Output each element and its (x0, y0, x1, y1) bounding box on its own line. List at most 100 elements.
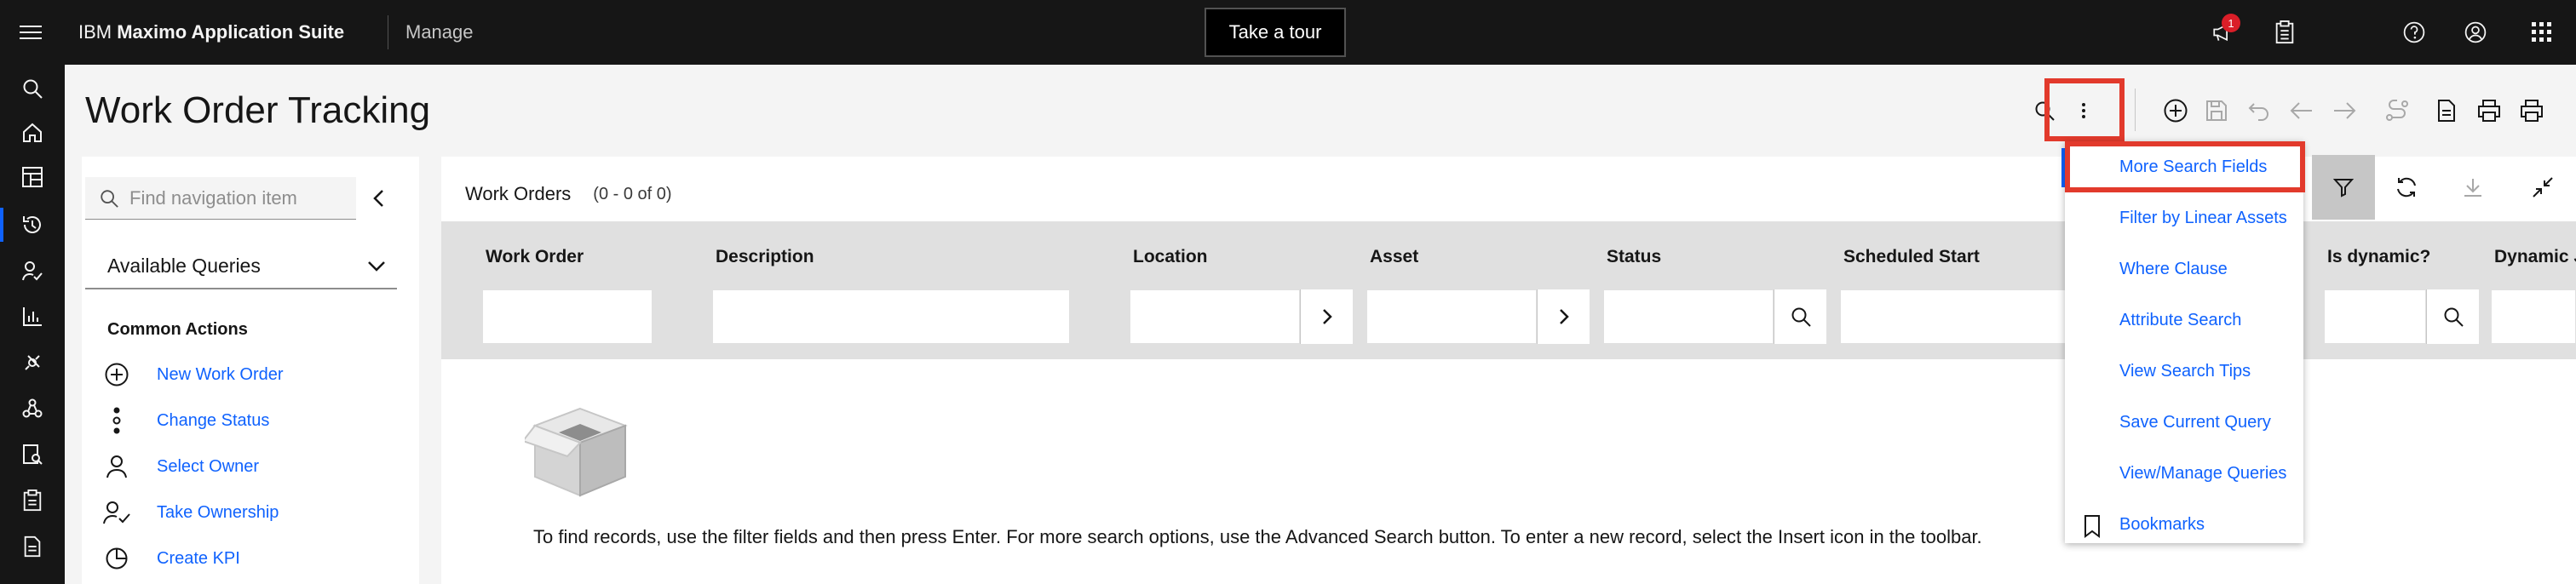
add-circle-icon (102, 360, 131, 389)
empty-state-message: To find records, use the filter fields a… (533, 526, 1982, 547)
action-change-status[interactable]: Change Status (102, 404, 269, 438)
filter-asset-input[interactable] (1366, 289, 1537, 344)
action-take-ownership[interactable]: Take Ownership (102, 495, 279, 530)
user-icon (102, 452, 131, 481)
action-create-kpi[interactable]: Create KPI (102, 541, 240, 575)
forward-icon[interactable] (2327, 94, 2361, 128)
pie-chart-icon (102, 544, 131, 573)
column-header-asset[interactable]: Asset (1370, 247, 1418, 267)
document-icon[interactable] (2429, 94, 2464, 128)
filter-work-order-input[interactable] (482, 289, 653, 344)
column-header-dynamic-j[interactable]: Dynamic J (2494, 247, 2576, 267)
empty-box-icon (521, 400, 635, 502)
action-new-work-order[interactable]: New Work Order (102, 358, 284, 392)
brand-title[interactable]: IBM Maximo Application Suite (78, 19, 344, 46)
filter-is-dynamic-input[interactable] (2324, 289, 2426, 344)
home-icon[interactable] (15, 116, 49, 150)
left-nav-rail (0, 65, 65, 584)
filter-toggle-button[interactable] (2312, 155, 2375, 220)
available-queries-label: Available Queries (107, 254, 261, 277)
work-orders-header: Work Orders (0 - 0 of 0) (465, 177, 672, 211)
refresh-button[interactable] (2375, 155, 2438, 220)
network-icon[interactable] (15, 392, 49, 426)
search-icon[interactable] (15, 72, 49, 106)
page-title: Work Order Tracking (85, 89, 431, 131)
user-icon[interactable] (2458, 15, 2493, 49)
location-lookup-button[interactable] (1300, 289, 1353, 344)
column-header-status[interactable]: Status (1607, 247, 1661, 267)
work-orders-title: Work Orders (465, 183, 572, 204)
help-icon[interactable] (2397, 15, 2431, 49)
column-header-location[interactable]: Location (1133, 247, 1208, 267)
filter-scheduled-start-input[interactable] (1840, 289, 2068, 344)
clipboard-icon[interactable] (2268, 15, 2302, 49)
menu-item-attribute-search[interactable]: Attribute Search (2065, 295, 2303, 346)
menu-item-filter-linear-assets[interactable]: Filter by Linear Assets (2065, 192, 2303, 243)
menu-item-highlight (2065, 141, 2305, 192)
filter-dynamic-j-input[interactable] (2491, 289, 2576, 344)
take-tour-button[interactable]: Take a tour (1205, 8, 1346, 57)
app-switcher-icon[interactable] (2525, 15, 2559, 49)
filter-description-input[interactable] (712, 289, 1070, 344)
add-icon[interactable] (2159, 94, 2193, 128)
menu-item-save-current-query[interactable]: Save Current Query (2065, 397, 2303, 448)
action-label[interactable]: Take Ownership (157, 503, 279, 523)
minimize-button[interactable] (2511, 155, 2574, 220)
column-header-description[interactable]: Description (716, 247, 814, 267)
filter-icon (2333, 179, 2354, 198)
filter-status-input[interactable] (1603, 289, 1774, 344)
chevron-right-icon (1322, 309, 1332, 324)
search-icon (1791, 307, 1811, 327)
navigation-panel: Available Queries Common Actions New Wor… (82, 157, 419, 584)
dashboard-icon[interactable] (15, 160, 49, 194)
save-icon[interactable] (2199, 94, 2234, 128)
route-icon[interactable] (2380, 94, 2414, 128)
undo-icon[interactable] (2242, 94, 2276, 128)
action-label[interactable]: Change Status (157, 411, 269, 431)
document-icon[interactable] (15, 530, 49, 564)
action-label[interactable]: Select Owner (157, 457, 259, 477)
back-icon[interactable] (2285, 94, 2319, 128)
toolbar-divider (2135, 89, 2136, 131)
history-icon[interactable] (0, 208, 49, 242)
search-options-menu: More Search Fields Filter by Linear Asse… (2065, 141, 2303, 543)
column-header-is-dynamic[interactable]: Is dynamic? (2327, 247, 2430, 267)
search-icon (99, 188, 119, 209)
chevron-right-icon (1559, 309, 1569, 324)
menu-icon[interactable] (17, 19, 44, 46)
action-label[interactable]: Create KPI (157, 549, 240, 569)
action-label[interactable]: New Work Order (157, 365, 284, 385)
column-header-work-order[interactable]: Work Order (486, 247, 584, 267)
action-select-owner[interactable]: Select Owner (102, 449, 259, 484)
inspection-icon[interactable] (15, 438, 49, 472)
asset-lookup-button[interactable] (1537, 289, 1590, 344)
record-count: (0 - 0 of 0) (593, 184, 672, 203)
megaphone-icon[interactable]: 1 (2205, 14, 2240, 49)
available-queries-dropdown[interactable]: Available Queries (85, 243, 397, 289)
top-header: IBM Maximo Application Suite Manage Take… (0, 0, 2576, 65)
menu-item-view-search-tips[interactable]: View Search Tips (2065, 346, 2303, 397)
satellite-icon[interactable] (15, 346, 49, 380)
download-button[interactable] (2441, 155, 2504, 220)
menu-item-view-manage-queries[interactable]: View/Manage Queries (2065, 448, 2303, 499)
menu-item-where-clause[interactable]: Where Clause (2065, 243, 2303, 295)
print-icon[interactable] (2515, 94, 2549, 128)
minimize-icon (2533, 177, 2553, 198)
collapse-panel-button[interactable] (365, 184, 394, 213)
user-check-icon[interactable] (15, 254, 49, 288)
filter-location-input[interactable] (1130, 289, 1300, 344)
notification-badge: 1 (2222, 14, 2240, 32)
chart-icon[interactable] (15, 300, 49, 334)
status-search-button[interactable] (1774, 289, 1826, 344)
menu-item-bookmarks[interactable]: Bookmarks (2065, 499, 2303, 550)
column-header-scheduled-start[interactable]: Scheduled Start (1843, 247, 1980, 267)
is-dynamic-search-button[interactable] (2426, 289, 2479, 344)
chevron-left-icon (373, 190, 383, 207)
nav-search-field[interactable] (85, 177, 356, 220)
refresh-icon (2397, 177, 2416, 198)
clipboard-icon[interactable] (15, 484, 49, 518)
common-actions-title: Common Actions (107, 320, 248, 339)
nav-search-input[interactable] (129, 186, 351, 209)
print-icon[interactable] (2472, 94, 2506, 128)
download-icon (2464, 179, 2481, 197)
